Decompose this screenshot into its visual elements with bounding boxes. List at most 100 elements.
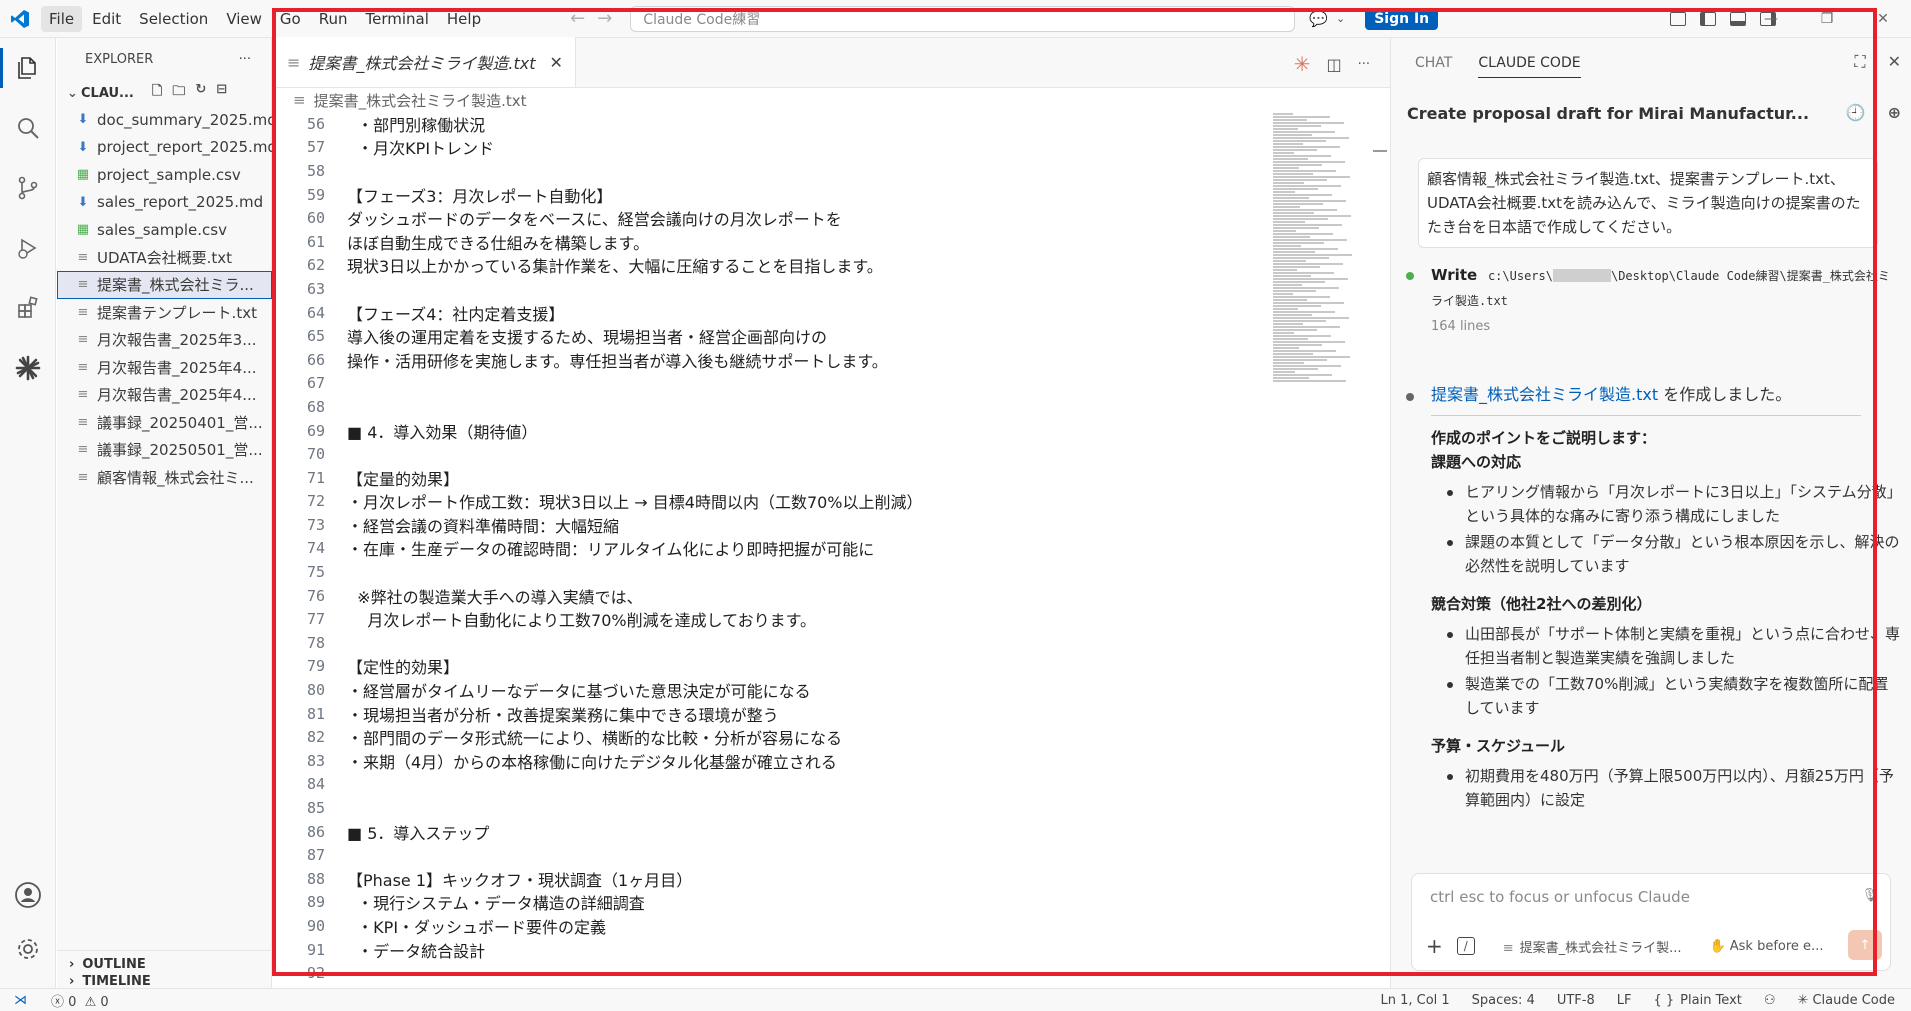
split-editor-icon[interactable]: ◫ [1326, 55, 1341, 74]
line-text: ・KPI・ダッシュボード要件の定義 [347, 917, 607, 937]
line-text: ・現行システム・データ構造の詳細調査 [347, 894, 645, 914]
file-item[interactable]: ⬇ project_report_2025.md [57, 134, 272, 162]
menu-go[interactable]: Go [272, 6, 309, 32]
text-file-icon: ≡ [77, 332, 89, 348]
code-line: 67 [273, 372, 1273, 396]
minimap-line [1273, 266, 1320, 268]
file-item[interactable]: ⬇ doc_summary_2025.md [57, 106, 272, 134]
tab-claude-code[interactable]: CLAUDE CODE [1478, 49, 1581, 78]
file-item[interactable]: ≡ 月次報告書_2025年4... [57, 381, 272, 409]
minimap[interactable] [1273, 112, 1363, 472]
file-item[interactable]: ≡ 提案書_株式会社ミラ... [57, 271, 272, 299]
minimap-line [1273, 197, 1309, 199]
cursor-position[interactable]: Ln 1, Col 1 [1380, 993, 1449, 1008]
file-item[interactable]: ≡ 月次報告書_2025年4... [57, 354, 272, 382]
maximize-icon[interactable]: ❐ [1799, 0, 1855, 38]
maximize-panel-icon[interactable]: ⛶ [1854, 52, 1865, 72]
explorer-sidebar: EXPLORER ··· ⌄ CLAU... 🗋 🗀 ↻ ⊟ ⬇ doc_summ… [57, 38, 272, 989]
more-actions-icon[interactable]: ··· [1358, 57, 1370, 72]
code-line: 56 ・部門別稼働状況 [273, 112, 1273, 136]
prompt-input[interactable]: ctrl esc to focus or unfocus Claude [1430, 888, 1690, 906]
new-file-icon[interactable]: 🗋 [152, 82, 162, 104]
timeline-section[interactable]: › TIMELINE [57, 974, 272, 989]
search-icon[interactable] [0, 98, 56, 158]
assistant-reply: 提案書_株式会社ミライ製造.txt を作成しました。 作成のポイントをご説明しま… [1406, 383, 1901, 814]
more-actions-icon[interactable]: ··· [239, 52, 251, 67]
tab-proposal-file[interactable]: ≡ 提案書_株式会社ミライ製造.txt ✕ [273, 37, 576, 87]
remote-icon[interactable]: ⋊ [14, 993, 27, 1008]
explorer-icon[interactable] [0, 38, 56, 98]
customize-layout-icon[interactable] [1670, 11, 1687, 26]
sign-in-button[interactable]: Sign In [1365, 7, 1439, 30]
code-line: 63 [273, 277, 1273, 301]
menu-help[interactable]: Help [439, 6, 489, 32]
menu-selection[interactable]: Selection [131, 6, 216, 32]
attachment-chip[interactable]: ≡ 提案書_株式会社ミライ製... [1503, 937, 1682, 956]
toggle-primary-sidebar-icon[interactable] [1700, 11, 1717, 26]
minimize-icon[interactable]: — [1743, 0, 1799, 38]
minimap-line [1273, 122, 1344, 124]
file-item[interactable]: ≡ 顧客情報_株式会社ミ... [57, 464, 272, 492]
problems-indicator[interactable]: ⓧ 0 ⚠ 0 [51, 991, 109, 1010]
chevron-down-icon[interactable]: ⌄ [1336, 12, 1345, 25]
collapse-all-icon[interactable]: ⊟ [216, 82, 227, 104]
claude-asterisk-icon[interactable] [0, 338, 56, 398]
file-link[interactable]: 提案書_株式会社ミライ製造.txt [1431, 385, 1658, 404]
file-item[interactable]: ≡ 月次報告書_2025年3... [57, 326, 272, 354]
end-of-line[interactable]: LF [1617, 993, 1632, 1008]
workspace-folder-label: CLAU... [81, 85, 134, 101]
close-panel-icon[interactable]: ✕ [1888, 52, 1901, 72]
file-item[interactable]: ⬇ sales_report_2025.md [57, 189, 272, 217]
copilot-icon[interactable]: ⚇ [1764, 993, 1776, 1008]
minimap-line [1273, 155, 1331, 157]
menu-view[interactable]: View [218, 6, 270, 32]
run-debug-icon[interactable] [0, 218, 56, 278]
minimap-line [1273, 371, 1295, 373]
send-button[interactable]: ↑ [1848, 930, 1882, 960]
account-icon[interactable] [0, 868, 56, 922]
claude-code-icon[interactable]: ✳ [1294, 52, 1311, 76]
menu-run[interactable]: Run [311, 6, 356, 32]
command-center-search[interactable]: Claude Code練習 [630, 5, 1296, 32]
file-item[interactable]: ▦ sales_sample.csv [57, 216, 272, 244]
file-item[interactable]: ▦ project_sample.csv [57, 161, 272, 189]
indentation[interactable]: Spaces: 4 [1472, 993, 1535, 1008]
claude-input-box[interactable]: ctrl esc to focus or unfocus Claude 🎙 + … [1411, 873, 1891, 971]
code-editor[interactable]: 56 ・部門別稼働状況 57 ・月次KPIトレンド 58 59 【フェーズ3：月次レポー… [273, 112, 1273, 988]
back-arrow-icon[interactable]: ← [570, 8, 585, 29]
forward-arrow-icon[interactable]: → [597, 8, 612, 29]
extensions-icon[interactable] [0, 278, 56, 338]
tool-call-write[interactable]: Write c:\Users\ \Desktop\Claude Code練習\提案… [1406, 263, 1901, 339]
window-controls: — ❐ ✕ [1743, 0, 1911, 38]
menu-file[interactable]: File [41, 5, 83, 32]
menu-edit[interactable]: Edit [84, 6, 129, 32]
file-item[interactable]: ≡ 提案書テンプレート.txt [57, 299, 272, 327]
settings-gear-icon[interactable] [0, 922, 56, 976]
breadcrumb[interactable]: ≡ 提案書_株式会社ミライ製造.txt [273, 88, 1390, 112]
menu-terminal[interactable]: Terminal [358, 6, 437, 32]
new-chat-icon[interactable]: ⊕ [1888, 103, 1901, 122]
line-text: ほぼ自動生成できる仕組みを構築します。 [347, 233, 650, 253]
slash-command-icon[interactable]: / [1456, 937, 1475, 955]
copilot-chat-icon[interactable]: 💬 [1309, 10, 1328, 28]
close-window-icon[interactable]: ✕ [1855, 0, 1911, 38]
new-folder-icon[interactable]: 🗀 [172, 82, 185, 104]
close-tab-icon[interactable]: ✕ [550, 53, 563, 72]
workspace-folder[interactable]: ⌄ CLAU... 🗋 🗀 ↻ ⊟ [57, 80, 271, 106]
add-context-icon[interactable]: + [1426, 934, 1443, 958]
file-item[interactable]: ≡ UDATA会社概要.txt [57, 244, 272, 272]
tab-chat[interactable]: CHAT [1415, 49, 1452, 77]
file-item[interactable]: ≡ 議事録_20250501_営... [57, 436, 272, 464]
refresh-icon[interactable]: ↻ [195, 82, 206, 104]
history-clock-icon[interactable]: 🕘 [1846, 103, 1866, 122]
line-number: 64 [306, 303, 325, 322]
mode-selector[interactable]: ✋ Ask before e... [1710, 939, 1824, 954]
microphone-icon[interactable]: 🎙 [1861, 888, 1878, 903]
file-item[interactable]: ≡ 議事録_20250401_営... [57, 409, 272, 437]
language-mode[interactable]: { } Plain Text [1653, 993, 1741, 1008]
encoding[interactable]: UTF-8 [1557, 993, 1595, 1008]
minimap-line [1273, 257, 1329, 259]
code-line: 81 ・現場担当者が分析・改善提案業務に集中できる環境が整う [273, 702, 1273, 726]
source-control-icon[interactable] [0, 158, 56, 218]
claude-status[interactable]: ✳ Claude Code [1798, 993, 1895, 1008]
